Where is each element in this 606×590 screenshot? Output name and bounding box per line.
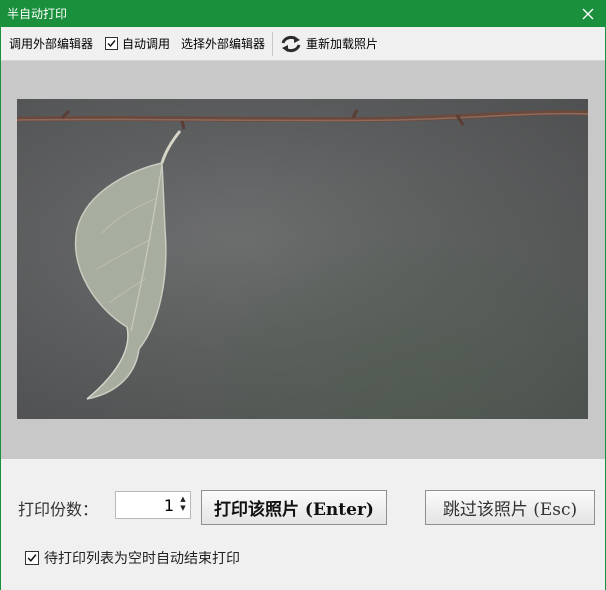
auto-end-check-box[interactable] — [25, 551, 39, 565]
stepper-arrows[interactable]: ▲ ▼ — [178, 495, 188, 515]
auto-end-label: 待打印列表为空时自动结束打印 — [44, 551, 240, 567]
auto-call-checkbox[interactable]: 自动调用 — [105, 27, 170, 60]
copies-stepper[interactable]: 1 ▲ ▼ — [115, 491, 191, 519]
close-icon — [582, 8, 594, 20]
skip-photo-button[interactable]: 跳过该照片 (Esc) — [425, 490, 595, 525]
toolbar: 调用外部编辑器 自动调用 选择外部编辑器 重新加载照片 — [1, 27, 605, 61]
close-button[interactable] — [571, 1, 605, 27]
title-bar: 半自动打印 — [1, 1, 605, 27]
auto-call-label: 自动调用 — [122, 37, 171, 51]
copies-value: 1 — [163, 496, 174, 515]
copies-label: 打印份数： — [18, 500, 99, 519]
refresh-icon — [281, 35, 301, 52]
skip-photo-button-label: 跳过该照片 (Esc) — [442, 500, 578, 520]
leaf-photo-illustration — [17, 109, 588, 400]
reload-photo-button[interactable]: 重新加载照片 — [280, 27, 378, 60]
stepper-up-icon[interactable]: ▲ — [178, 495, 188, 504]
semi-auto-print-window: 半自动打印 调用外部编辑器 自动调用 选择外部编辑器 重新加载照片 打印份数： … — [0, 0, 606, 590]
auto-end-checkbox[interactable]: 待打印列表为空时自动结束打印 — [25, 548, 240, 568]
print-photo-button-label: 打印该照片 (Enter) — [214, 500, 374, 520]
call-external-editor-label: 调用外部编辑器 — [9, 37, 94, 51]
photo-preview — [17, 99, 588, 419]
select-external-editor-label: 选择外部编辑器 — [181, 37, 266, 51]
window-title: 半自动打印 — [7, 7, 68, 21]
select-external-editor-button[interactable]: 选择外部编辑器 — [181, 27, 265, 60]
toolbar-separator — [272, 32, 273, 56]
reload-photo-label: 重新加载照片 — [306, 37, 379, 51]
print-photo-button[interactable]: 打印该照片 (Enter) — [201, 490, 387, 525]
print-controls: 打印份数： 1 ▲ ▼ 打印该照片 (Enter) 跳过该照片 (Esc) 待打… — [1, 459, 605, 590]
photo-preview-area — [1, 61, 605, 459]
call-external-editor-button[interactable]: 调用外部编辑器 — [9, 27, 93, 60]
auto-call-check-box[interactable] — [105, 37, 118, 50]
stepper-down-icon[interactable]: ▼ — [178, 504, 188, 513]
check-icon — [27, 554, 37, 562]
check-icon — [107, 40, 116, 48]
